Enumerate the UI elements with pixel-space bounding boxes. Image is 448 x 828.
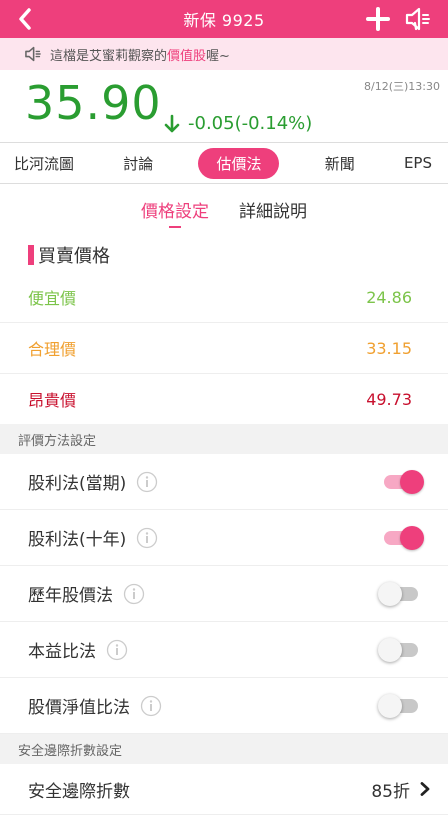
toggle-switch[interactable] xyxy=(378,637,424,663)
buy-sell-section-title: 買賣價格 xyxy=(0,238,448,272)
toggle-switch[interactable] xyxy=(378,469,424,495)
tab-news[interactable]: 新聞 xyxy=(321,149,359,178)
fair-price-value: 33.15 xyxy=(366,338,412,358)
method-row-dividend-current: 股利法(當期) xyxy=(0,454,448,510)
info-icon[interactable] xyxy=(136,527,158,549)
cheap-price-value: 24.86 xyxy=(366,287,412,307)
toggle-switch[interactable] xyxy=(378,693,424,719)
expensive-price-row: 昂貴價 49.73 xyxy=(0,374,448,424)
fair-price-label: 合理價 xyxy=(28,340,77,359)
quote-panel: 35.90 -0.05(-0.14%) 8/12(三)13:30 xyxy=(0,70,448,142)
top-bar: 新保 9925 xyxy=(0,0,448,38)
sub-tabs: 價格設定 詳細說明 xyxy=(0,184,448,238)
safety-margin-header: 安全邊際折數設定 xyxy=(0,734,448,764)
method-label: 股價淨值比法 xyxy=(28,698,130,718)
price-list: 便宜價 24.86 合理價 33.15 昂貴價 49.73 xyxy=(0,272,448,424)
method-row-historical-price: 歷年股價法 xyxy=(0,566,448,622)
toggle-switch[interactable] xyxy=(378,525,424,551)
notice-bar: 這檔是艾蜜莉觀察的價值股喔~ xyxy=(0,38,448,70)
tab-eps[interactable]: EPS xyxy=(400,150,436,176)
main-tabs: 比河流圖 討論 估價法 新聞 EPS xyxy=(0,142,448,184)
safety-margin-row[interactable]: 安全邊際折數 85折 xyxy=(0,764,448,815)
subtab-price-settings[interactable]: 價格設定 xyxy=(141,197,209,228)
current-price: 35.90 xyxy=(25,76,162,130)
cheap-price-label: 便宜價 xyxy=(28,289,77,308)
speaker-icon[interactable] xyxy=(404,5,432,33)
cheap-price-row: 便宜價 24.86 xyxy=(0,272,448,323)
info-icon[interactable] xyxy=(106,639,128,661)
expensive-price-value: 49.73 xyxy=(366,389,412,409)
safety-margin-label: 安全邊際折數 xyxy=(28,781,130,802)
methods-header: 評價方法設定 xyxy=(0,424,448,454)
toggle-switch[interactable] xyxy=(378,581,424,607)
section-accent-bar xyxy=(28,245,34,265)
info-icon[interactable] xyxy=(140,695,162,717)
method-row-dividend-ten-year: 股利法(十年) xyxy=(0,510,448,566)
method-label: 本益比法 xyxy=(28,642,96,662)
method-row-pe-ratio: 本益比法 xyxy=(0,622,448,678)
back-chevron-icon[interactable] xyxy=(14,7,38,31)
notice-highlight: 價值股 xyxy=(167,48,207,64)
info-icon[interactable] xyxy=(136,471,158,493)
method-label: 歷年股價法 xyxy=(28,586,113,606)
price-change: -0.05(-0.14%) xyxy=(188,113,313,134)
tab-valuation[interactable]: 估價法 xyxy=(198,147,280,179)
method-row-pb-ratio: 股價淨值比法 xyxy=(0,678,448,734)
method-label: 股利法(十年) xyxy=(28,530,127,550)
tab-discussion[interactable]: 討論 xyxy=(119,149,157,178)
quote-datetime: 8/12(三)13:30 xyxy=(364,80,440,93)
fair-price-row: 合理價 33.15 xyxy=(0,323,448,374)
notice-text: 這檔是艾蜜莉觀察的價值股喔~ xyxy=(50,48,230,64)
method-label: 股利法(當期) xyxy=(28,474,127,494)
add-plus-icon[interactable] xyxy=(366,7,390,31)
subtab-details[interactable]: 詳細說明 xyxy=(239,197,307,226)
tab-river-chart[interactable]: 比河流圖 xyxy=(10,149,78,178)
arrow-down-icon xyxy=(164,114,180,134)
safety-margin-value: 85折 xyxy=(371,781,410,802)
speaker-icon xyxy=(24,45,42,63)
chevron-right-icon xyxy=(420,782,430,796)
expensive-price-label: 昂貴價 xyxy=(28,391,77,410)
info-icon[interactable] xyxy=(123,583,145,605)
